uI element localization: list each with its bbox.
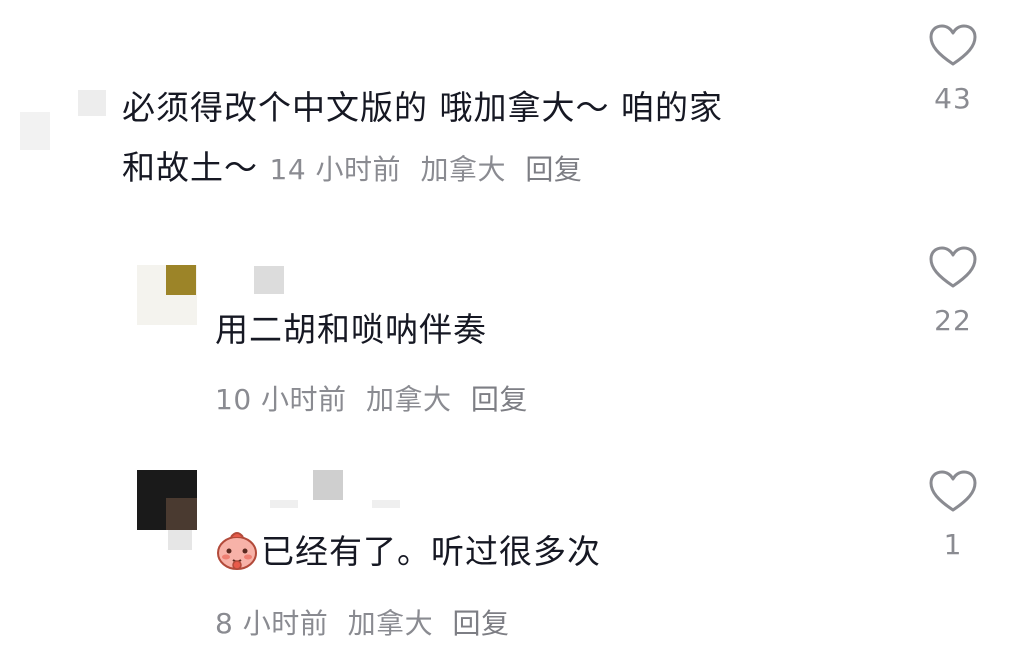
comment-time: 8 小时前 bbox=[215, 607, 329, 640]
like-count: 43 bbox=[934, 82, 972, 115]
comment-time: 10 小时前 bbox=[215, 383, 347, 416]
avatar-fragment bbox=[166, 265, 196, 295]
username-mosaic bbox=[313, 470, 343, 500]
comment-text: 已经有了。听过很多次 bbox=[215, 522, 601, 582]
comment-text-body: 已经有了。听过很多次 bbox=[261, 532, 601, 571]
username-mosaic bbox=[372, 500, 400, 508]
username-mosaic bbox=[270, 500, 298, 508]
comment-list: 必须得改个中文版的 哦加拿大～ 咱的家 和故土～ 14 小时前 加拿大 回复 4… bbox=[0, 0, 1016, 663]
like-count: 1 bbox=[943, 528, 963, 561]
comment-text-line-with-meta: 和故土～ 14 小时前 加拿大 回复 bbox=[122, 138, 902, 200]
avatar-fragment bbox=[166, 498, 197, 530]
avatar[interactable] bbox=[20, 112, 50, 150]
comment-time: 14 小时前 bbox=[269, 153, 402, 186]
comment-text: 用二胡和唢呐伴奏 bbox=[215, 310, 487, 349]
comment-meta: 14 小时前 加拿大 回复 bbox=[270, 153, 593, 186]
reply-button[interactable]: 回复 bbox=[453, 607, 510, 640]
heart-outline-icon bbox=[929, 470, 977, 512]
comment-text-line: 必须得改个中文版的 哦加拿大～ 咱的家 bbox=[122, 88, 723, 127]
avatar-fragment bbox=[78, 90, 106, 116]
reply-button[interactable]: 回复 bbox=[525, 153, 582, 186]
like-button[interactable]: 1 bbox=[923, 470, 983, 561]
heart-outline-icon bbox=[929, 246, 977, 288]
username-mosaic bbox=[254, 266, 284, 294]
reply-button[interactable]: 回复 bbox=[471, 383, 528, 416]
comment-meta: 10 小时前 加拿大 回复 bbox=[215, 378, 538, 418]
comment-text: 必须得改个中文版的 哦加拿大～ 咱的家 和故土～ 14 小时前 加拿大 回复 bbox=[122, 78, 902, 200]
heart-outline-icon bbox=[929, 24, 977, 66]
comment-location: 加拿大 bbox=[365, 383, 452, 416]
comment-text-line: 和故土～ bbox=[122, 148, 258, 187]
comment-location: 加拿大 bbox=[420, 153, 506, 186]
comment-location: 加拿大 bbox=[347, 607, 434, 640]
comment-meta: 8 小时前 加拿大 回复 bbox=[215, 602, 520, 642]
like-count: 22 bbox=[934, 304, 972, 337]
like-button[interactable]: 43 bbox=[923, 24, 983, 115]
like-button[interactable]: 22 bbox=[923, 246, 983, 337]
avatar-fragment bbox=[168, 530, 192, 550]
blushing-sticker-icon bbox=[217, 532, 257, 570]
